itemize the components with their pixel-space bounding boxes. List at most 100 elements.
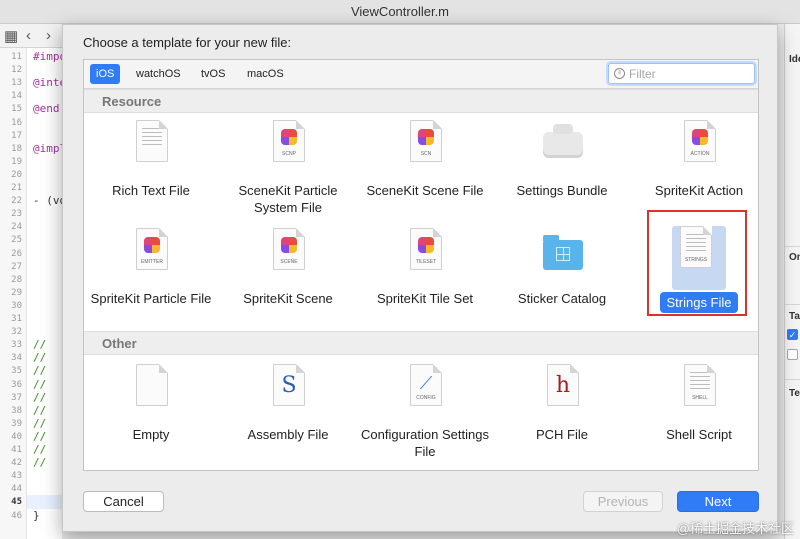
template-rich-text-file[interactable]: Rich Text File xyxy=(83,118,219,224)
divider xyxy=(785,246,800,247)
spritekit-tileset-icon: TILESET xyxy=(402,228,448,282)
code-fragment: } xyxy=(33,508,40,522)
section-label: Resource xyxy=(102,94,162,109)
template-spritekit-tileset[interactable]: TILESET SpriteKit Tile Set xyxy=(357,226,493,332)
inspector-label: Tex xyxy=(789,388,800,399)
tab-ios[interactable]: iOS xyxy=(90,64,121,84)
line-number: 29 xyxy=(11,287,22,298)
divider xyxy=(785,304,800,305)
template-label: Settings Bundle xyxy=(494,182,630,199)
line-number: 39 xyxy=(11,418,22,429)
section-header-resource: Resource xyxy=(84,89,758,113)
pch-file-icon: h xyxy=(539,364,585,418)
template-label-text: Sticker Catalog xyxy=(517,291,607,306)
template-label-text: Assembly File xyxy=(247,427,329,442)
template-label: SpriteKit Tile Set xyxy=(357,290,493,307)
tab-tvos[interactable]: tvOS xyxy=(195,64,231,84)
line-number: 25 xyxy=(11,235,22,246)
template-label-text: PCH File xyxy=(535,427,588,442)
inspector-label: Tar xyxy=(789,311,800,322)
code-fragment: // xyxy=(33,377,47,391)
grid-icon[interactable]: ▦ xyxy=(4,27,18,45)
inspector-label: On xyxy=(789,252,800,263)
sheet-title: Choose a template for your new file: xyxy=(83,35,292,50)
shell-script-icon: SHELL xyxy=(676,364,722,418)
line-number: 40 xyxy=(11,431,22,442)
section-header-other: Other xyxy=(84,331,758,355)
template-label-text: Settings Bundle xyxy=(516,183,608,198)
template-spritekit-action[interactable]: ACTION SpriteKit Action xyxy=(631,118,767,224)
template-config-file[interactable]: ⟋ CONFIG Configuration Settings File xyxy=(357,362,493,468)
template-pch-file[interactable]: h PCH File xyxy=(494,362,630,468)
template-spritekit-scene[interactable]: SCENE SpriteKit Scene xyxy=(220,226,356,332)
template-label-text: Configuration Settings File xyxy=(361,427,489,459)
target-checkbox[interactable] xyxy=(787,349,798,360)
template-label-text: SpriteKit Action xyxy=(654,183,744,198)
current-line-highlight xyxy=(27,495,62,509)
line-number: 46 xyxy=(11,510,22,521)
line-number: 18 xyxy=(11,143,22,154)
template-label: PCH File xyxy=(494,426,630,443)
icon-tag: SCN xyxy=(420,151,432,157)
section-label: Other xyxy=(102,336,137,351)
line-number: 33 xyxy=(11,340,22,351)
line-number: 13 xyxy=(11,78,22,89)
line-number: 34 xyxy=(11,353,22,364)
line-number: 22 xyxy=(11,196,22,207)
line-number: 17 xyxy=(11,130,22,141)
code-fragment: // xyxy=(33,390,47,404)
template-label: SpriteKit Action xyxy=(631,182,767,199)
template-sticker-catalog[interactable]: Sticker Catalog xyxy=(494,226,630,332)
icon-tag: ACTION xyxy=(690,151,710,157)
line-number: 15 xyxy=(11,104,22,115)
line-number: 36 xyxy=(11,379,22,390)
code-fragment: // xyxy=(33,351,47,365)
tab-watchos[interactable]: watchOS xyxy=(130,64,187,84)
filter-icon: ≡ xyxy=(614,68,625,79)
inspector-panel: Ide On Tar ✓ Tex xyxy=(784,24,800,539)
code-fragment: // xyxy=(33,443,47,456)
template-empty-file[interactable]: Empty xyxy=(83,362,219,468)
template-label-text: Empty xyxy=(132,427,170,442)
next-button[interactable]: Next xyxy=(677,491,759,512)
icon-glyph: h xyxy=(555,373,571,398)
settings-bundle-icon xyxy=(539,120,585,174)
spritekit-particle-icon: EMITTER xyxy=(128,228,174,282)
code-editor[interactable]: 11 12 13 14 15 16 17 18 19 20 21 22 23 24 25 26 27 28 29 30… xyxy=(0,48,66,539)
previous-button[interactable]: Previous xyxy=(583,491,663,512)
template-label-text: Shell Script xyxy=(666,427,732,442)
icon-tag: EMITTER xyxy=(141,259,163,265)
icon-tag: SCENE xyxy=(280,259,298,265)
line-number: 20 xyxy=(11,169,22,180)
forward-icon[interactable]: › xyxy=(46,27,51,44)
template-scenekit-particle[interactable]: SCNP SceneKit Particle System File xyxy=(220,118,356,224)
editor-jump-bar: ▦ ‹ › xyxy=(0,24,62,48)
template-spritekit-particle[interactable]: EMITTER SpriteKit Particle File xyxy=(83,226,219,332)
platform-tab-bar: iOS watchOS tvOS macOS ≡ xyxy=(84,60,758,89)
line-number: 37 xyxy=(11,392,22,403)
line-number: 19 xyxy=(11,156,22,167)
spritekit-scene-icon: SCENE xyxy=(265,228,311,282)
filter-input[interactable] xyxy=(629,65,749,82)
code-fragment: // xyxy=(33,456,47,470)
template-assembly-file[interactable]: S Assembly File xyxy=(220,362,356,468)
back-icon[interactable]: ‹ xyxy=(26,27,31,44)
line-number: 35 xyxy=(11,366,22,377)
line-number: 45 xyxy=(11,497,22,508)
template-label-text: SpriteKit Tile Set xyxy=(376,291,474,306)
template-settings-bundle[interactable]: Settings Bundle xyxy=(494,118,630,224)
assembly-file-icon: S xyxy=(265,364,311,418)
line-number: 23 xyxy=(11,209,22,220)
template-label-text: Rich Text File xyxy=(112,183,190,198)
template-shell-script[interactable]: SHELL Shell Script xyxy=(631,362,767,468)
icon-tag: SCNP xyxy=(282,151,296,157)
line-number: 32 xyxy=(11,327,22,338)
filter-field[interactable]: ≡ xyxy=(608,63,755,84)
target-checkbox-checked[interactable]: ✓ xyxy=(787,329,798,340)
line-number: 21 xyxy=(11,183,22,193)
template-scenekit-scene[interactable]: SCN SceneKit Scene File xyxy=(357,118,493,224)
cancel-button[interactable]: Cancel xyxy=(83,491,164,512)
selection-highlight-box xyxy=(647,210,747,316)
tab-macos[interactable]: macOS xyxy=(241,64,290,84)
scenekit-particle-icon: SCNP xyxy=(265,120,311,174)
